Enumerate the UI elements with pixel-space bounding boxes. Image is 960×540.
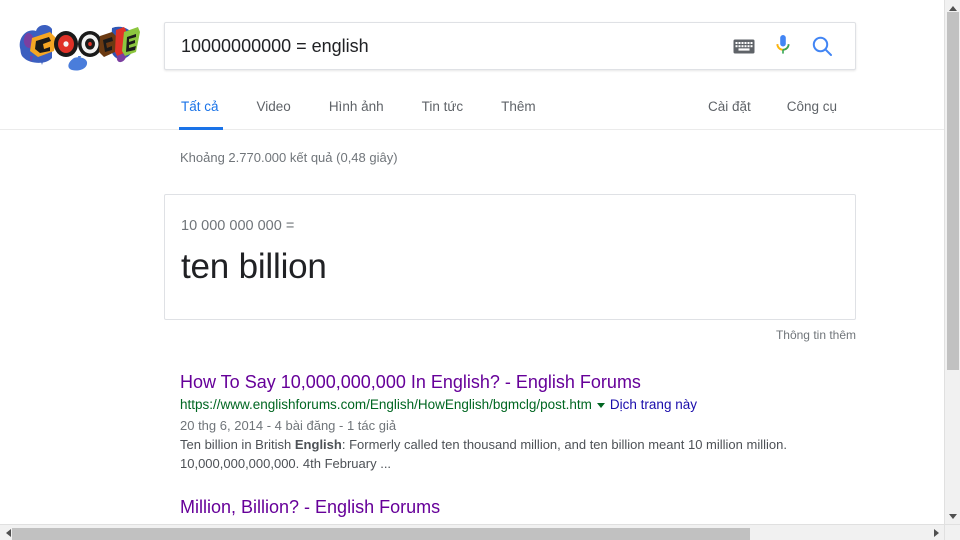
snippet-pre: Ten billion in British [180,437,295,452]
microphone-icon[interactable] [775,34,791,58]
organic-results: How To Say 10,000,000,000 In English? - … [180,342,944,519]
search-tabs: Tất cả Video Hình ảnh Tin tức Thêm [164,90,555,130]
scroll-down-arrow[interactable] [945,508,960,524]
search-result-2: Million, Billion? - English Forums [180,495,944,519]
result-title-link[interactable]: How To Say 10,000,000,000 In English? - … [180,372,641,392]
search-tab-options: Cài đặt Công cụ [690,90,855,130]
page-viewport: Tất cả Video Hình ảnh Tin tức Thêm Cài đ… [0,0,944,524]
result-meta: 20 thg 6, 2014 - 4 bài đăng - 1 tác giả [180,418,397,433]
tab-hinh-anh[interactable]: Hình ảnh [310,90,403,130]
search-tabs-bar: Tất cả Video Hình ảnh Tin tức Thêm Cài đ… [0,90,944,130]
answer-equation: 10 000 000 000 = [181,218,295,234]
answer-value: ten billion [181,247,327,286]
vertical-scrollbar[interactable] [944,0,960,540]
triangle-right-icon [933,529,939,537]
microphone-icon-svg [776,35,790,54]
result-title-link[interactable]: Million, Billion? - English Forums [180,497,440,517]
search-box[interactable] [164,22,856,70]
browser-page: Tất cả Video Hình ảnh Tin tức Thêm Cài đ… [0,0,960,540]
search-results-main: Khoảng 2.770.000 kết quả (0,48 giây) 10 … [0,130,944,519]
doodle-graffiti-svg [19,25,140,71]
search-icon[interactable] [811,35,833,57]
translate-page-link[interactable]: Dịch trang này [610,396,697,414]
result-snippet: Ten billion in British English: Formerly… [180,435,805,473]
result-url-line: https://www.englishforums.com/English/Ho… [180,396,944,414]
keyboard-icon[interactable] [733,39,755,54]
keyboard-icon-svg [733,39,755,53]
google-doodle-logo[interactable] [16,18,140,72]
more-info-link[interactable]: Thông tin thêm [164,320,856,342]
tab-them[interactable]: Thêm [482,90,555,130]
tools-button[interactable]: Công cụ [769,90,855,130]
search-icon-svg [812,36,832,56]
triangle-left-icon [5,529,11,537]
search-box-icons [733,34,855,58]
chevron-down-icon[interactable] [596,402,605,408]
scroll-right-arrow[interactable] [928,525,944,540]
settings-button[interactable]: Cài đặt [690,90,769,130]
tab-tin-tuc[interactable]: Tin tức [403,90,483,130]
search-header: Tất cả Video Hình ảnh Tin tức Thêm Cài đ… [0,0,944,130]
horizontal-scrollbar[interactable] [0,524,944,540]
tab-tat-ca[interactable]: Tất cả [164,90,238,130]
scrollbar-corner [944,524,960,540]
result-url: https://www.englishforums.com/English/Ho… [180,397,592,412]
vertical-scrollbar-thumb[interactable] [947,12,959,370]
horizontal-scrollbar-thumb[interactable] [12,528,750,540]
triangle-down-icon [949,513,957,519]
result-stats: Khoảng 2.770.000 kết quả (0,48 giây) [180,150,398,165]
answer-card: 10 000 000 000 = ten billion [164,194,856,320]
tab-video[interactable]: Video [238,90,310,130]
search-result-1: How To Say 10,000,000,000 In English? - … [180,370,944,473]
search-input[interactable] [165,24,733,68]
snippet-highlight: English [294,437,342,452]
triangle-up-icon [949,5,957,11]
